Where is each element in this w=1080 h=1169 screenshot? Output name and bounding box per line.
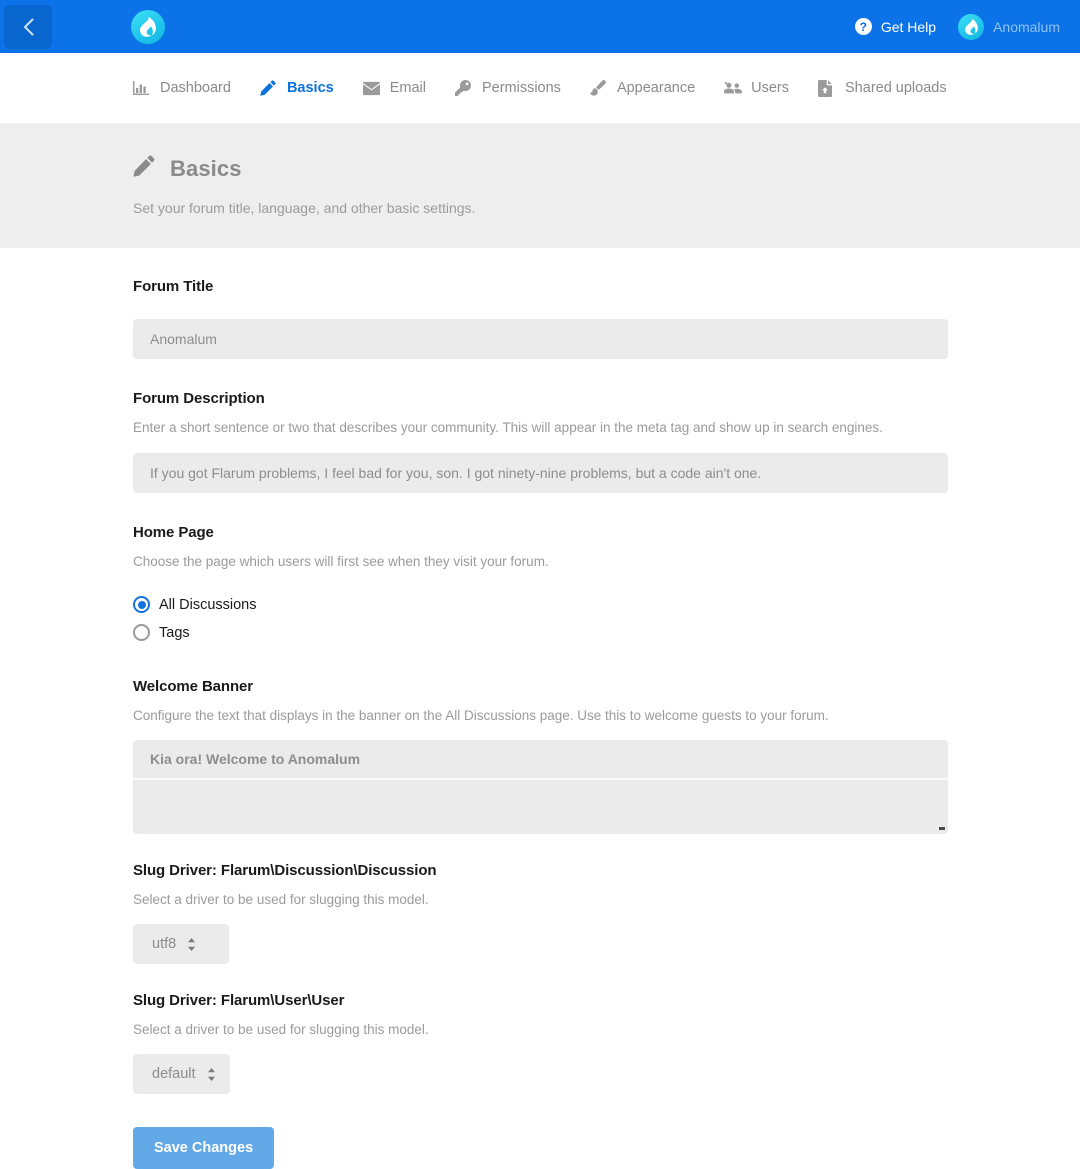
question-circle-icon: ? — [854, 18, 872, 35]
page-subtitle: Set your forum title, language, and othe… — [133, 200, 476, 216]
nav-item-label: Basics — [286, 80, 334, 96]
slug-discussion-label: Slug Driver: Flarum\Discussion\Discussio… — [133, 862, 437, 879]
page-hero: Basics Set your forum title, language, a… — [0, 124, 1080, 248]
nav-item-label: Permissions — [481, 80, 561, 96]
envelope-icon — [362, 79, 381, 97]
radio-label: All Discussions — [159, 596, 257, 613]
chevron-updown-icon — [207, 1067, 216, 1081]
chart-bar-icon — [133, 79, 151, 97]
users-icon — [724, 79, 743, 97]
nav-item-label: Users — [751, 80, 790, 96]
chevron-left-icon — [23, 18, 34, 36]
nav-item-label: Dashboard — [160, 80, 231, 96]
home-page-label: Home Page — [133, 524, 214, 541]
admin-nav: Dashboard Basics Email Permissions Appea… — [0, 53, 1080, 124]
admin-header: ? Get Help Anomalum — [0, 0, 1080, 53]
slug-user-label: Slug Driver: Flarum\User\User — [133, 992, 345, 1009]
avatar — [958, 13, 985, 40]
page-title: Basics — [170, 155, 242, 181]
radio-tags[interactable]: Tags — [133, 624, 190, 641]
home-page-help: Choose the page which users will first s… — [133, 554, 549, 569]
radio-indicator-unselected — [133, 624, 150, 641]
settings-form: Forum Title Forum Description Enter a sh… — [0, 248, 1080, 1169]
radio-indicator-selected — [133, 596, 150, 613]
field-slug-driver-discussion: Slug Driver: Flarum\Discussion\Discussio… — [133, 862, 1080, 964]
hero-title-row: Basics — [133, 155, 1080, 182]
slug-discussion-select[interactable]: utf8 — [133, 924, 229, 964]
file-upload-icon — [818, 79, 836, 97]
chevron-updown-icon — [187, 937, 196, 951]
user-session-button[interactable]: Anomalum — [958, 13, 1060, 40]
field-welcome-banner: Welcome Banner Configure the text that d… — [133, 678, 1080, 834]
key-icon — [454, 79, 473, 97]
field-forum-title: Forum Title — [133, 278, 1080, 359]
nav-item-dashboard[interactable]: Dashboard — [133, 79, 231, 97]
forum-title-input[interactable] — [133, 319, 948, 359]
welcome-banner-label: Welcome Banner — [133, 678, 254, 695]
nav-item-appearance[interactable]: Appearance — [589, 79, 696, 97]
get-help-label: Get Help — [880, 18, 937, 35]
nav-item-shared-uploads[interactable]: Shared uploads — [818, 79, 947, 97]
nav-item-permissions[interactable]: Permissions — [454, 79, 561, 97]
slug-discussion-help: Select a driver to be used for slugging … — [133, 892, 429, 907]
select-value: default — [152, 1066, 196, 1082]
forum-logo[interactable] — [130, 9, 166, 45]
forum-description-input[interactable] — [133, 453, 948, 493]
pencil-icon — [260, 79, 278, 97]
nav-item-email[interactable]: Email — [362, 79, 426, 97]
forum-description-help: Enter a short sentence or two that descr… — [133, 420, 883, 435]
header-right-group: ? Get Help Anomalum — [854, 13, 1080, 40]
nav-item-basics[interactable]: Basics — [260, 79, 334, 97]
welcome-banner-body-textarea[interactable] — [133, 780, 948, 834]
flarum-flame-logo — [131, 9, 165, 44]
nav-item-label: Appearance — [616, 80, 696, 96]
welcome-banner-help: Configure the text that displays in the … — [133, 708, 829, 723]
select-value: utf8 — [152, 936, 177, 952]
nav-item-label: Email — [389, 80, 426, 96]
back-button[interactable] — [4, 4, 52, 49]
field-home-page: Home Page Choose the page which users wi… — [133, 524, 1080, 641]
save-changes-button[interactable]: Save Changes — [133, 1127, 275, 1169]
get-help-button[interactable]: ? Get Help — [854, 18, 937, 35]
pencil-icon — [133, 155, 155, 182]
slug-user-help: Select a driver to be used for slugging … — [133, 1022, 429, 1037]
forum-title-label: Forum Title — [133, 278, 214, 295]
user-name-label: Anomalum — [993, 18, 1060, 35]
field-slug-driver-user: Slug Driver: Flarum\User\User Select a d… — [133, 992, 1080, 1094]
slug-user-select[interactable]: default — [133, 1054, 230, 1094]
paint-brush-icon — [589, 79, 608, 97]
radio-label: Tags — [159, 624, 190, 641]
welcome-banner-group — [133, 740, 948, 834]
nav-item-users[interactable]: Users — [724, 79, 789, 97]
nav-item-label: Shared uploads — [845, 80, 947, 96]
forum-description-label: Forum Description — [133, 390, 265, 407]
field-forum-description: Forum Description Enter a short sentence… — [133, 390, 1080, 493]
welcome-banner-title-input[interactable] — [133, 740, 948, 780]
radio-all-discussions[interactable]: All Discussions — [133, 596, 257, 613]
